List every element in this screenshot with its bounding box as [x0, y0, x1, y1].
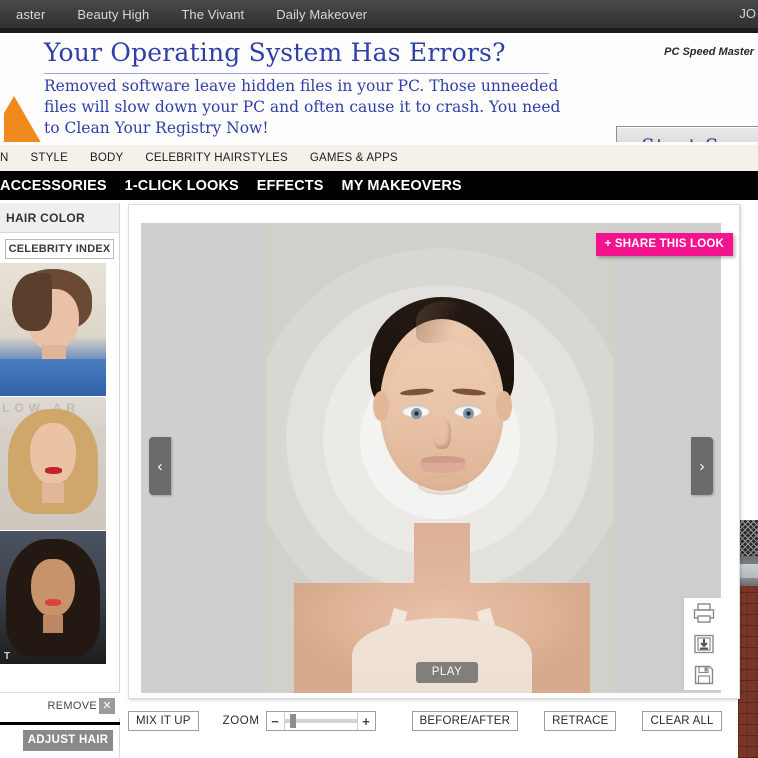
zoom-slider[interactable]	[283, 712, 358, 730]
sidebar: HAIR COLOR CELEBRITY INDEX LOW AR T REMO…	[0, 203, 120, 758]
model-lower-lip	[421, 463, 465, 473]
category-nav-item-games-apps[interactable]: GAMES & APPS	[299, 152, 409, 164]
tool-nav-item-my-makeovers[interactable]: MY MAKEOVERS	[333, 178, 471, 194]
next-look-arrow[interactable]: ›	[691, 437, 713, 495]
thumb-tag: T	[4, 651, 11, 662]
model-ear-left	[373, 391, 389, 421]
ad-brand-name: PC Speed Master	[664, 46, 754, 58]
top-nav-item-3[interactable]: Daily Makeover	[260, 7, 383, 22]
makeover-stage: ‹ › PLAY + SHARE THIS LOOK	[128, 204, 740, 699]
category-nav-item-body[interactable]: BODY	[79, 152, 134, 164]
top-site-nav: aster Beauty High The Vivant Daily Makeo…	[0, 0, 758, 33]
thumb-lips	[45, 467, 62, 474]
top-nav-divider	[0, 28, 758, 33]
zoom-out-button[interactable]: −	[267, 712, 284, 730]
category-nav: N STYLE BODY CELEBRITY HAIRSTYLES GAMES …	[0, 145, 758, 171]
thumb-neck	[43, 615, 63, 633]
tool-nav-item-1-click-looks[interactable]: 1-CLICK LOOKS	[116, 178, 248, 194]
thumb-hair-side	[12, 273, 52, 331]
play-button[interactable]: PLAY	[416, 662, 478, 683]
print-icon[interactable]	[693, 603, 715, 624]
model-chin	[418, 475, 468, 495]
retrace-button[interactable]: RETRACE	[544, 711, 617, 731]
zoom-slider-handle[interactable]	[289, 714, 296, 728]
warning-exclamation-icon	[0, 112, 4, 142]
thumb-face	[30, 423, 76, 485]
top-nav-item-0[interactable]: aster	[0, 7, 61, 22]
sidebar-title: HAIR COLOR	[0, 203, 119, 233]
thumb-dress	[0, 359, 106, 396]
stage-action-icons	[684, 598, 724, 690]
bottom-toolbar: MIX IT UP ZOOM − + BEFORE/AFTER RETRACE …	[128, 706, 758, 736]
sidebar-divider	[0, 722, 120, 725]
tool-nav-item-effects[interactable]: EFFECTS	[248, 178, 333, 194]
advertisement-banner[interactable]: Your Operating System Has Errors? Remove…	[0, 34, 758, 142]
tool-nav: ACCESSORIES 1-CLICK LOOKS EFFECTS MY MAK…	[0, 171, 758, 200]
model-eye-right	[454, 405, 482, 419]
adjust-hair-button[interactable]: ADJUST HAIR	[23, 730, 113, 751]
ad-headline: Your Operating System Has Errors?	[44, 38, 506, 67]
top-nav-item-1[interactable]: Beauty High	[61, 7, 165, 22]
model-iris-right	[463, 408, 474, 419]
page-root: aster Beauty High The Vivant Daily Makeo…	[0, 0, 758, 758]
start-scan-button[interactable]: Start Scan	[616, 126, 758, 142]
zoom-in-button[interactable]: +	[358, 712, 375, 730]
ad-divider	[44, 73, 549, 74]
before-after-button[interactable]: BEFORE/AFTER	[411, 711, 519, 731]
model-iris-left	[411, 408, 422, 419]
sidebar-thumbnail-list: LOW AR T	[0, 263, 119, 664]
sidebar-footer: REMOVE ✕	[0, 692, 120, 718]
remove-label: REMOVE	[47, 699, 97, 712]
zoom-label: ZOOM	[222, 715, 260, 727]
download-icon[interactable]	[693, 634, 715, 654]
tool-nav-item-accessories[interactable]: ACCESSORIES	[0, 178, 116, 194]
join-link[interactable]: JO	[739, 6, 756, 21]
category-nav-item-style[interactable]: STYLE	[20, 152, 79, 164]
thumb-face	[31, 559, 75, 617]
prev-look-arrow[interactable]: ‹	[149, 437, 171, 495]
zoom-stepper: − +	[265, 711, 376, 731]
save-disk-icon[interactable]	[693, 665, 715, 685]
celebrity-index-button[interactable]: CELEBRITY INDEX	[5, 239, 114, 259]
mix-it-up-button[interactable]: MIX IT UP	[128, 711, 199, 731]
close-icon[interactable]: ✕	[99, 697, 115, 714]
category-nav-item-0[interactable]: N	[0, 152, 20, 164]
thumb-lips	[45, 599, 61, 606]
celebrity-thumb-1[interactable]	[0, 263, 106, 396]
celebrity-thumb-2[interactable]: LOW AR	[0, 397, 106, 530]
ad-body-text: Removed software leave hidden files in y…	[44, 77, 561, 137]
warning-triangle-icon	[0, 96, 50, 142]
top-nav-item-2[interactable]: The Vivant	[165, 7, 260, 22]
clear-all-button[interactable]: CLEAR ALL	[642, 711, 722, 731]
thumb-neck	[42, 483, 64, 503]
makeover-canvas[interactable]: ‹ › PLAY	[141, 223, 721, 693]
model-ear-right	[496, 391, 512, 421]
model-nose	[433, 419, 451, 449]
share-this-look-button[interactable]: + SHARE THIS LOOK	[595, 233, 733, 256]
model-eye-left	[402, 405, 430, 419]
background-photo	[738, 520, 758, 758]
celebrity-thumb-3[interactable]: T	[0, 531, 106, 664]
category-nav-item-celebrity-hairstyles[interactable]: CELEBRITY HAIRSTYLES	[134, 152, 298, 164]
model-hair-part	[416, 301, 474, 343]
model-photo	[266, 223, 614, 693]
top-nav-items: aster Beauty High The Vivant Daily Makeo…	[0, 0, 758, 28]
